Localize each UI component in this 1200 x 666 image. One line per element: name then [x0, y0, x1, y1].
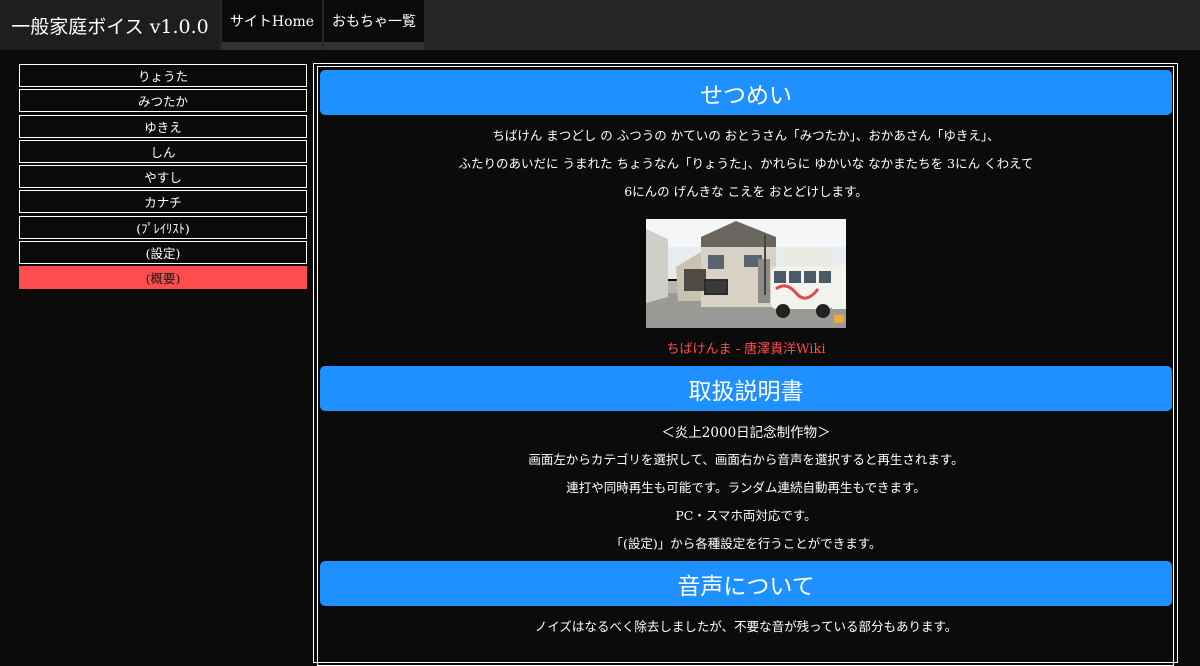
nav-tab-underline [324, 42, 424, 50]
image-source-link[interactable]: ちばけんま - 唐澤貴洋Wiki [320, 338, 1172, 357]
section-title: 音声について [677, 573, 815, 600]
sidebar-item-label: (概要) [145, 271, 181, 286]
section-title: 取扱説明書 [688, 378, 804, 405]
nav-tab-label: サイトHome [229, 14, 315, 30]
sidebar-item-mitsutaka[interactable]: みつたか [19, 89, 307, 113]
section-header-manual: 取扱説明書 [320, 366, 1172, 411]
manual-line: ＜炎上2000日記念制作物＞ [661, 425, 831, 441]
sidebar-item-settings[interactable]: (設定) [19, 240, 307, 264]
sidebar-item-yasushi[interactable]: やすし [19, 165, 307, 188]
sidebar-item-playlist[interactable]: (ﾌﾟﾚｲﾘｽﾄ) [19, 215, 307, 239]
manual-line: 画面左からカテゴリを選択して、画面右から音声を選択すると再生されます。 [528, 452, 964, 467]
sidebar-item-shin[interactable]: しん [19, 139, 307, 163]
description-line: ふたりのあいだに うまれた ちょうなん「りょうた」、かれらに ゆかいな なかまた… [458, 156, 1034, 171]
sidebar-item-yukie[interactable]: ゆきえ [19, 114, 307, 138]
description-line: ちばけん まつどし の ふつうの かていの おとうさん「みつたか」、おかあさん「… [492, 128, 1000, 143]
manual-line: 連打や同時再生も可能です。ランダム連続自動再生もできます。 [566, 480, 926, 495]
manual-line: 「(設定)」から各種設定を行うことができます。 [610, 536, 882, 551]
nav-tab-label: おもちゃ一覧 [332, 14, 416, 30]
sidebar-item-label: しん [150, 144, 176, 160]
audio-line: ノイズはなるべく除去しましたが、不要な音が残っている部分もあります。 [534, 619, 958, 634]
sidebar-item-kanachi[interactable]: カナチ [19, 190, 307, 214]
section-header-audio: 音声について [320, 561, 1172, 606]
app-title[interactable]: 一般家庭ボイス v1.0.0 [0, 0, 220, 50]
sidebar-item-label: みつたか [137, 94, 188, 110]
street-view-photo [646, 219, 846, 328]
sidebar-category-list: りょうた みつたか ゆきえ しん やすし カナチ (ﾌﾟﾚｲﾘｽﾄ) (設定) … [19, 64, 307, 291]
nav-tab-underline [222, 42, 322, 50]
nav-tab-toy-list[interactable]: おもちゃ一覧 [324, 0, 424, 50]
section-header-description: せつめい [320, 70, 1172, 115]
sidebar-item-label: りょうた [137, 69, 188, 84]
description-line: 6にんの げんきな こえを おとどけします。 [624, 184, 868, 199]
section-title: せつめい [700, 82, 792, 109]
sidebar-item-label: やすし [144, 170, 182, 185]
sidebar-item-overview[interactable]: (概要) [19, 266, 307, 289]
sidebar-item-label: ゆきえ [144, 119, 182, 135]
sidebar-item-label: カナチ [144, 195, 182, 211]
sidebar-item-label: (設定) [145, 245, 181, 261]
nav-tab-site-home[interactable]: サイトHome [222, 0, 322, 50]
sidebar-item-label: (ﾌﾟﾚｲﾘｽﾄ) [136, 220, 190, 236]
sidebar-item-ryouta[interactable]: りょうた [19, 64, 307, 87]
manual-line: PC・スマホ両対応です。 [675, 508, 817, 523]
